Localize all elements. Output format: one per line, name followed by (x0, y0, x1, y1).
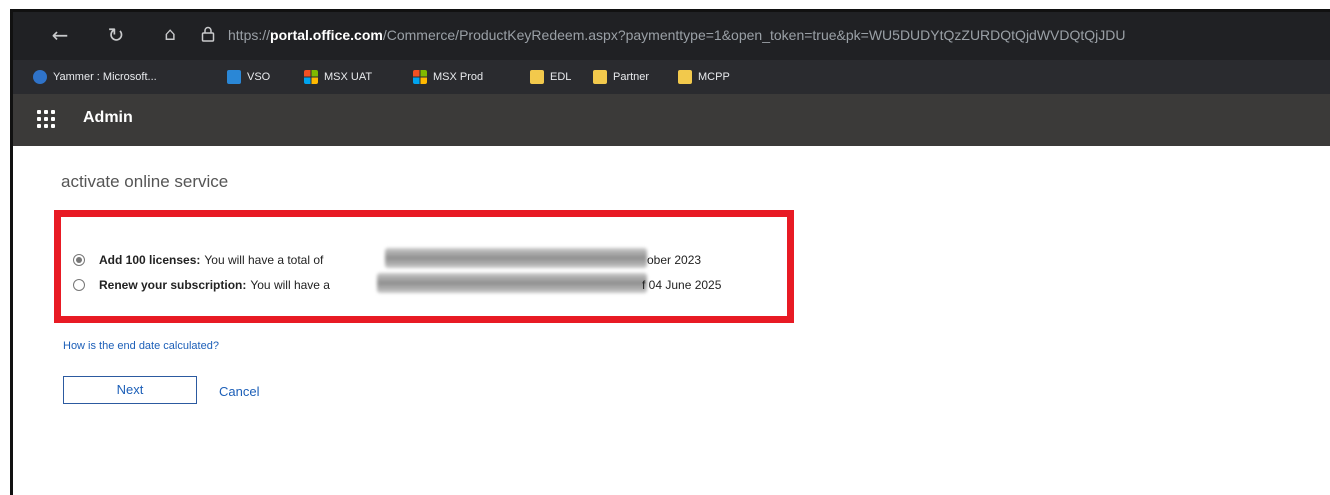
bookmark-label: VSO (247, 71, 271, 83)
bookmark-msx-uat[interactable]: MSX UAT (304, 68, 372, 86)
radio-renew-subscription[interactable] (73, 279, 85, 291)
option-text: You will have a (250, 278, 330, 292)
bookmark-msx-prod[interactable]: MSX Prod (413, 68, 483, 86)
back-arrow-icon[interactable]: ← (47, 22, 73, 48)
reload-icon[interactable]: ↻ (103, 22, 129, 48)
url-host: portal.office.com (270, 27, 383, 43)
folder-icon (593, 70, 607, 84)
bookmark-partner[interactable]: Partner (593, 68, 649, 86)
app-title: Admin (83, 109, 133, 126)
windows-logo-icon (304, 70, 318, 84)
cancel-link[interactable]: Cancel (219, 384, 259, 399)
radio-add-licenses[interactable] (73, 254, 85, 266)
next-button[interactable]: Next (63, 376, 197, 404)
option-label: Renew your subscription: (99, 278, 247, 292)
redacted-text (377, 273, 647, 293)
app-header: Admin (13, 94, 1330, 146)
folder-icon (678, 70, 692, 84)
bookmark-label: Yammer : Microsoft... (53, 71, 157, 83)
option-renew-subscription[interactable]: Renew your subscription: You will have a (73, 276, 330, 294)
bookmark-label: EDL (550, 71, 572, 83)
app-launcher-icon[interactable] (37, 110, 55, 128)
option-tail-text: ober 2023 (647, 253, 702, 267)
bookmarks-bar: Yammer : Microsoft... VSO MSX UAT MSX Pr… (13, 60, 1330, 94)
end-date-help-link[interactable]: How is the end date calculated? (63, 340, 219, 352)
bookmark-mcpp[interactable]: MCPP (678, 68, 730, 86)
url-path: /Commerce/ProductKeyRedeem.aspx?paymentt… (382, 27, 1126, 43)
lock-icon[interactable] (201, 26, 215, 42)
page-title: activate online service (61, 172, 229, 191)
option-text: You will have a total of (204, 253, 324, 267)
yammer-icon (33, 70, 47, 84)
url-scheme: https:// (228, 27, 271, 43)
bookmark-edl[interactable]: EDL (530, 68, 571, 86)
browser-window: ← ↻ ⌂ https://portal.office.com/Commerce… (10, 9, 1330, 495)
redacted-text (385, 248, 647, 268)
address-bar[interactable]: https://portal.office.com/Commerce/Produ… (228, 20, 1330, 50)
bookmark-label: MSX UAT (324, 71, 373, 83)
bookmark-vso[interactable]: VSO (227, 68, 270, 86)
browser-toolbar: ← ↻ ⌂ https://portal.office.com/Commerce… (13, 12, 1330, 60)
option-tail-text: f 04 June 2025 (642, 278, 722, 292)
home-icon[interactable]: ⌂ (157, 22, 183, 48)
bookmark-label: Partner (613, 71, 650, 83)
option-add-licenses[interactable]: Add 100 licenses: You will have a total … (73, 251, 323, 269)
bookmark-yammer[interactable]: Yammer : Microsoft... (33, 68, 157, 86)
folder-icon (530, 70, 544, 84)
bookmark-label: MSX Prod (433, 71, 484, 83)
vso-icon (227, 70, 241, 84)
option-label: Add 100 licenses: (99, 253, 201, 267)
bookmark-label: MCPP (698, 71, 730, 83)
windows-logo-icon (413, 70, 427, 84)
